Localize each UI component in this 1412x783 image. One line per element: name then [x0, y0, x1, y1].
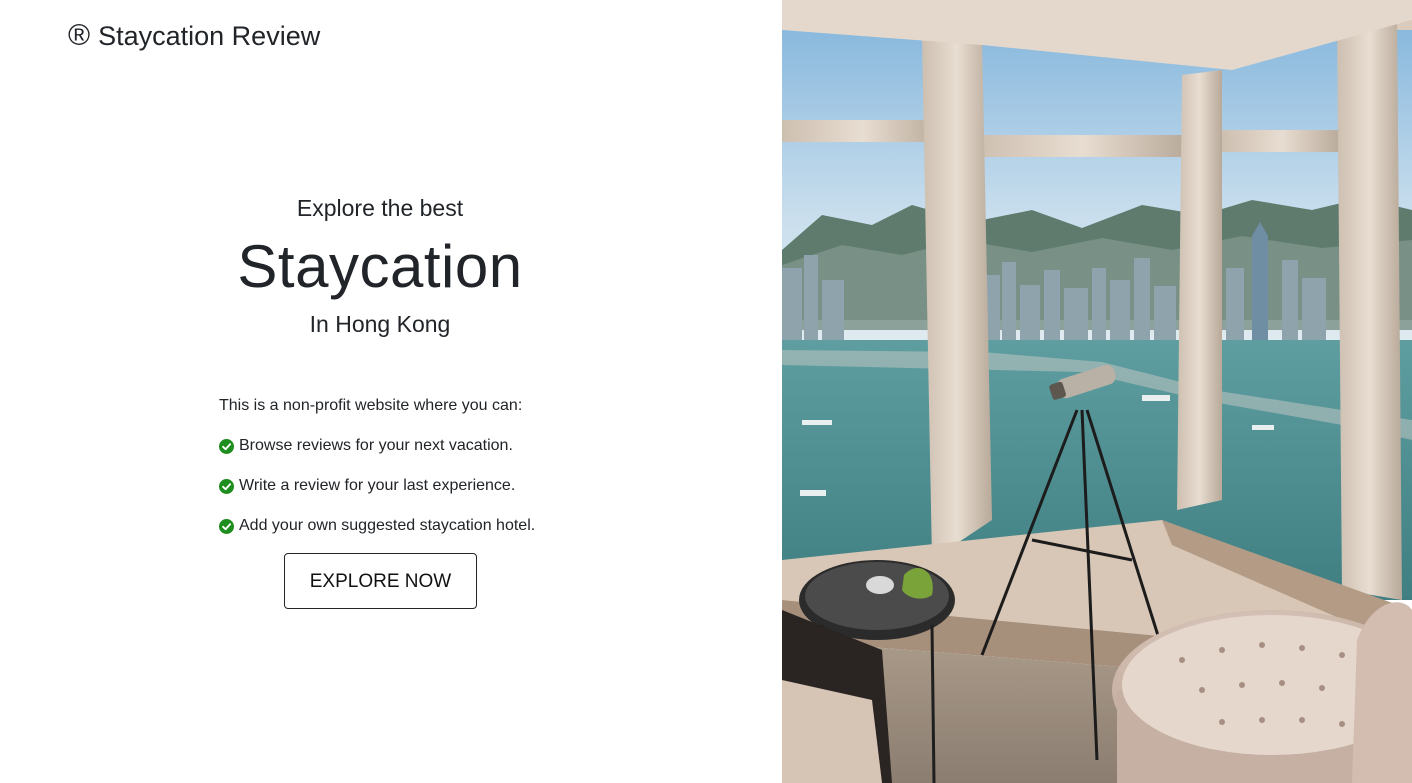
check-circle-icon [219, 438, 234, 454]
hero-eyebrow: Explore the best [296, 195, 464, 221]
registered-icon: ® [68, 19, 91, 52]
feature-text: Browse reviews for your next vacation. [239, 437, 513, 454]
check-circle-icon [219, 478, 234, 494]
left-panel: ® Staycation Review Explore the best Sta… [0, 0, 782, 783]
check-circle-icon [219, 518, 234, 534]
hero-location: In Hong Kong [309, 311, 451, 337]
feature-list: Browse reviews for your next vacation. W… [219, 436, 535, 556]
hero-photo [782, 0, 1412, 783]
feature-text: Write a review for your last experience. [239, 477, 516, 494]
brand-logo[interactable]: ® Staycation Review [68, 20, 320, 52]
feature-text: Add your own suggested staycation hotel. [239, 517, 536, 534]
feature-item: Write a review for your last experience. [219, 476, 535, 496]
explore-now-button[interactable]: EXPLORE NOW [284, 553, 477, 609]
feature-item: Browse reviews for your next vacation. [219, 436, 535, 456]
intro-text: This is a non-profit website where you c… [219, 397, 523, 414]
brand-name: Staycation Review [98, 21, 321, 51]
hero-headline: Staycation [237, 233, 523, 300]
feature-item: Add your own suggested staycation hotel. [219, 516, 535, 536]
